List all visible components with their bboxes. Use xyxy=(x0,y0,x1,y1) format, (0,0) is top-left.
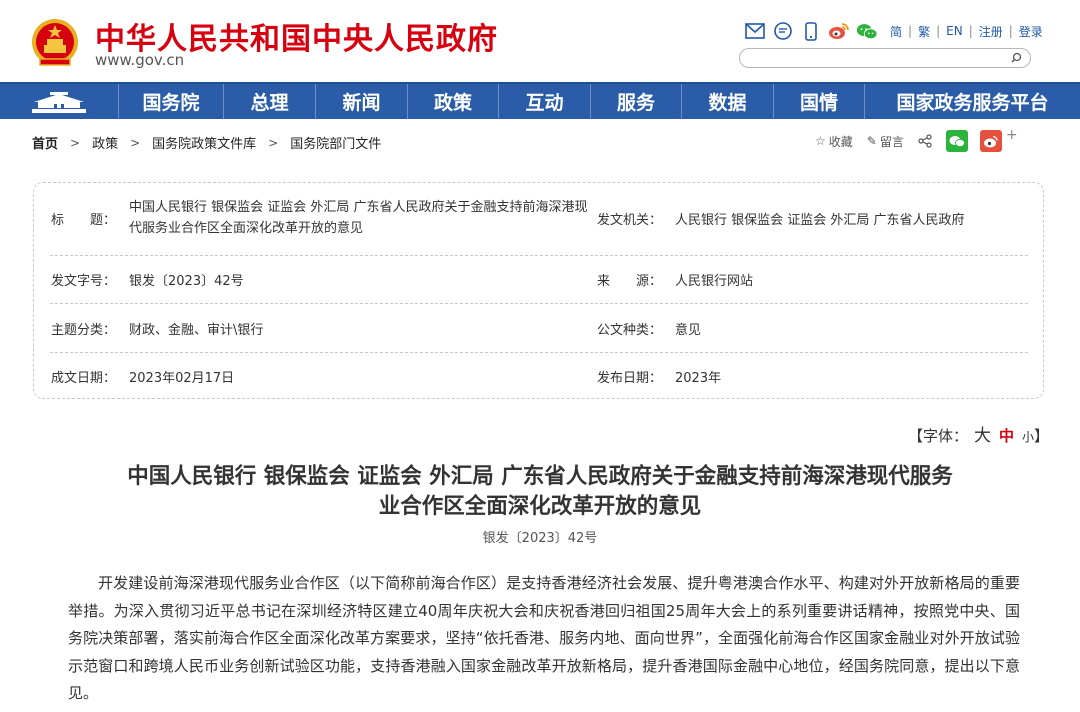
meta-row-title: 标 题： 中国人民银行 银保监会 证监会 外汇局 广东省人民政府关于金融支持前海… xyxy=(50,183,1028,256)
doc-type-value: 意见 xyxy=(675,323,702,338)
font-size-large-button[interactable]: 大 xyxy=(974,426,991,446)
nav-item-interaction[interactable]: 互动 xyxy=(498,84,590,119)
english-link[interactable]: EN xyxy=(946,24,963,38)
search-input[interactable] xyxy=(750,50,1004,68)
font-size-medium-button[interactable]: 中 xyxy=(999,427,1014,445)
document-meta-table: 标 题： 中国人民银行 银保监会 证监会 外汇局 广东省人民政府关于金融支持前海… xyxy=(33,182,1044,399)
topic-value: 财政、金融、审计\银行 xyxy=(129,323,264,338)
font-size-control: 【字体： 大中小】 xyxy=(908,421,1049,446)
article-body-paragraph: 开发建设前海深港现代服务业合作区（以下简称前海合作区）是支持香港经济社会发展、提… xyxy=(68,574,1020,702)
breadcrumb: 首页 > 政策 > 国务院政策文件库 > 国务院部门文件 xyxy=(32,133,381,153)
title-label: 标 题： xyxy=(51,213,117,228)
doc-no-value: 银发〔2023〕42号 xyxy=(129,274,244,289)
favorite-button[interactable]: ☆ 收藏 xyxy=(815,133,853,150)
breadcrumb-policy-library[interactable]: 国务院政策文件库 xyxy=(152,133,256,152)
topic-label: 主题分类： xyxy=(51,323,117,338)
register-link[interactable]: 注册 xyxy=(979,23,1003,40)
header-toolbar: 简 | 繁 | EN | 注册 | 登录 xyxy=(744,20,1043,42)
nav-item-data[interactable]: 数据 xyxy=(681,84,773,119)
message-icon[interactable] xyxy=(772,20,794,42)
login-link[interactable]: 登录 xyxy=(1019,23,1043,40)
search-box xyxy=(739,48,1031,68)
mail-icon[interactable] xyxy=(744,20,766,42)
issuer-value: 人民银行 银保监会 证监会 外汇局 广东省人民政府 xyxy=(675,213,965,228)
nav-item-national-conditions[interactable]: 国情 xyxy=(773,84,864,119)
meta-row-topic: 主题分类： 财政、金融、审计\银行 公文种类： 意见 xyxy=(50,303,1028,353)
font-size-small-button[interactable]: 小 xyxy=(1022,430,1034,444)
article-doc-number: 银发〔2023〕42号 xyxy=(482,531,598,546)
favorite-label: 收藏 xyxy=(828,134,853,149)
weibo-icon[interactable] xyxy=(828,20,850,42)
wechat-share-icon[interactable] xyxy=(945,130,968,152)
doc-no-label: 发文字号： xyxy=(51,274,117,289)
published-date-value: 2023年 xyxy=(675,371,722,386)
nav-item-premier[interactable]: 总理 xyxy=(223,84,315,119)
tiananmen-icon xyxy=(32,91,86,113)
breadcrumb-policy[interactable]: 政策 xyxy=(92,133,118,152)
nav-item-services[interactable]: 服务 xyxy=(590,84,681,119)
separator: | xyxy=(908,24,913,38)
meta-row-dates: 成文日期： 2023年02月17日 发布日期： 2023年 xyxy=(50,352,1028,398)
article-title: 中国人民银行 银保监会 证监会 外汇局 广东省人民政府关于金融支持前海深港现代服… xyxy=(60,462,1020,522)
separator: | xyxy=(936,24,941,38)
font-size-prefix: 【字体： xyxy=(908,427,969,445)
separator: | xyxy=(968,24,973,38)
font-size-suffix: 】 xyxy=(1034,427,1050,445)
published-date-label: 发布日期： xyxy=(597,371,663,386)
share-icon[interactable] xyxy=(918,134,932,148)
site-header: 中华人民共和国中央人民政府 www.gov.cn 简 | 繁 | EN | 注册… xyxy=(0,0,1080,82)
chevron-right-icon: > xyxy=(130,135,141,150)
star-icon: ☆ xyxy=(815,134,826,148)
wechat-icon[interactable] xyxy=(856,20,878,42)
share-bar: ☆ 收藏 ✎ 留言 + xyxy=(815,127,1018,154)
nav-home-building-icon[interactable] xyxy=(0,84,118,119)
simplified-chinese-link[interactable]: 简 xyxy=(890,23,902,40)
source-label: 来 源： xyxy=(597,274,663,289)
chevron-right-icon: > xyxy=(268,135,279,150)
weibo-share-icon[interactable] xyxy=(979,130,1002,152)
meta-row-docno: 发文字号： 银发〔2023〕42号 来 源： 人民银行网站 xyxy=(50,255,1028,304)
created-date-value: 2023年02月17日 xyxy=(129,371,235,386)
title-value: 中国人民银行 银保监会 证监会 外汇局 广东省人民政府关于金融支持前海深港现代服… xyxy=(129,200,588,236)
main-nav: 国务院 总理 新闻 政策 互动 服务 数据 国情 国家政务服务平台 xyxy=(0,82,1080,119)
doc-type-label: 公文种类： xyxy=(597,323,663,338)
separator: | xyxy=(1008,24,1013,38)
language-links: 简 | 繁 | EN | 注册 | 登录 xyxy=(890,23,1043,40)
created-date-label: 成文日期： xyxy=(51,371,117,386)
nav-item-policy[interactable]: 政策 xyxy=(407,84,498,119)
nav-item-gov-service-platform[interactable]: 国家政务服务平台 xyxy=(864,84,1080,119)
more-share-button[interactable]: + xyxy=(1006,127,1018,143)
national-emblem-icon[interactable] xyxy=(30,17,80,69)
nav-item-state-council[interactable]: 国务院 xyxy=(118,84,223,119)
pencil-icon: ✎ xyxy=(866,134,877,148)
site-url[interactable]: www.gov.cn xyxy=(95,51,184,69)
article-title-line-1: 中国人民银行 银保监会 证监会 外汇局 广东省人民政府关于金融支持前海深港现代服… xyxy=(127,464,953,489)
breadcrumb-department-docs[interactable]: 国务院部门文件 xyxy=(290,133,381,152)
article-title-line-2: 业合作区全面深化改革开放的意见 xyxy=(378,494,702,519)
issuer-label: 发文机关： xyxy=(597,213,663,228)
breadcrumb-home[interactable]: 首页 xyxy=(32,133,58,152)
nav-item-news[interactable]: 新闻 xyxy=(315,84,407,119)
search-icon[interactable] xyxy=(1010,51,1025,66)
comment-button[interactable]: ✎ 留言 xyxy=(867,133,904,150)
chevron-right-icon: > xyxy=(70,135,81,150)
source-value: 人民银行网站 xyxy=(675,274,754,289)
comment-label: 留言 xyxy=(879,134,904,149)
mobile-icon[interactable] xyxy=(800,20,822,42)
traditional-chinese-link[interactable]: 繁 xyxy=(918,23,930,40)
